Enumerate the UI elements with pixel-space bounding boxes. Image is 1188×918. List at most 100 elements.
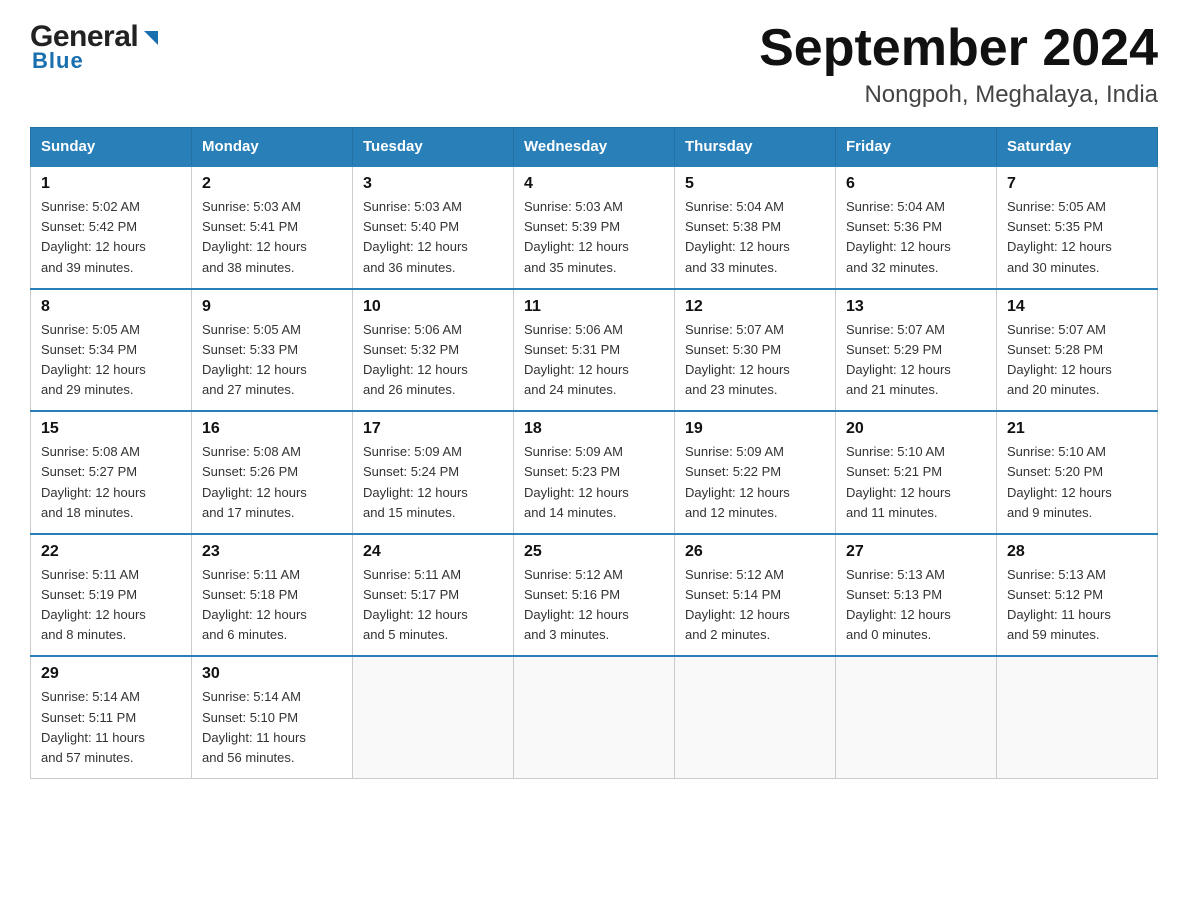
day-number: 3 bbox=[363, 175, 503, 193]
calendar-cell: 9Sunrise: 5:05 AMSunset: 5:33 PMDaylight… bbox=[192, 289, 353, 412]
day-info: Sunrise: 5:09 AMSunset: 5:24 PMDaylight:… bbox=[363, 442, 503, 523]
day-number: 11 bbox=[524, 298, 664, 316]
day-number: 30 bbox=[202, 665, 342, 683]
calendar-week-row: 29Sunrise: 5:14 AMSunset: 5:11 PMDayligh… bbox=[31, 656, 1158, 778]
day-number: 16 bbox=[202, 420, 342, 438]
day-number: 24 bbox=[363, 543, 503, 561]
day-number: 14 bbox=[1007, 298, 1147, 316]
calendar-cell: 20Sunrise: 5:10 AMSunset: 5:21 PMDayligh… bbox=[836, 411, 997, 534]
calendar-cell bbox=[675, 656, 836, 778]
day-info: Sunrise: 5:02 AMSunset: 5:42 PMDaylight:… bbox=[41, 197, 181, 278]
calendar-cell: 2Sunrise: 5:03 AMSunset: 5:41 PMDaylight… bbox=[192, 166, 353, 289]
day-info: Sunrise: 5:04 AMSunset: 5:36 PMDaylight:… bbox=[846, 197, 986, 278]
calendar-cell: 12 Sunrise: 5:07 AMSunset: 5:30 PMDayligh… bbox=[675, 289, 836, 412]
calendar-week-row: 22 Sunrise: 5:11 AMSunset: 5:19 PMDayligh… bbox=[31, 534, 1158, 657]
calendar-cell: 4 Sunrise: 5:03 AMSunset: 5:39 PMDaylight… bbox=[514, 166, 675, 289]
day-number: 28 bbox=[1007, 543, 1147, 561]
calendar-cell bbox=[836, 656, 997, 778]
day-number: 9 bbox=[202, 298, 342, 316]
day-number: 25 bbox=[524, 543, 664, 561]
day-number: 21 bbox=[1007, 420, 1147, 438]
day-info: Sunrise: 5:06 AMSunset: 5:32 PMDaylight:… bbox=[363, 320, 503, 401]
calendar-cell: 16 Sunrise: 5:08 AMSunset: 5:26 PMDayligh… bbox=[192, 411, 353, 534]
day-number: 23 bbox=[202, 543, 342, 561]
location-subtitle: Nongpoh, Meghalaya, India bbox=[759, 81, 1158, 109]
calendar-cell: 27 Sunrise: 5:13 AMSunset: 5:13 PMDayligh… bbox=[836, 534, 997, 657]
day-number: 26 bbox=[685, 543, 825, 561]
calendar-cell: 21 Sunrise: 5:10 AMSunset: 5:20 PMDayligh… bbox=[997, 411, 1158, 534]
day-number: 7 bbox=[1007, 175, 1147, 193]
day-number: 12 bbox=[685, 298, 825, 316]
day-number: 8 bbox=[41, 298, 181, 316]
day-info: Sunrise: 5:11 AMSunset: 5:17 PMDaylight:… bbox=[363, 565, 503, 646]
day-number: 17 bbox=[363, 420, 503, 438]
day-info: Sunrise: 5:12 AMSunset: 5:16 PMDaylight:… bbox=[524, 565, 664, 646]
calendar-cell: 8 Sunrise: 5:05 AMSunset: 5:34 PMDaylight… bbox=[31, 289, 192, 412]
title-block: September 2024 Nongpoh, Meghalaya, India bbox=[759, 20, 1158, 109]
day-info: Sunrise: 5:03 AMSunset: 5:39 PMDaylight:… bbox=[524, 197, 664, 278]
day-info: Sunrise: 5:07 AMSunset: 5:29 PMDaylight:… bbox=[846, 320, 986, 401]
calendar-week-row: 15 Sunrise: 5:08 AMSunset: 5:27 PMDayligh… bbox=[31, 411, 1158, 534]
calendar-cell: 1Sunrise: 5:02 AMSunset: 5:42 PMDaylight… bbox=[31, 166, 192, 289]
day-number: 13 bbox=[846, 298, 986, 316]
day-info: Sunrise: 5:06 AMSunset: 5:31 PMDaylight:… bbox=[524, 320, 664, 401]
logo-triangle-icon bbox=[140, 27, 162, 49]
calendar-week-row: 1Sunrise: 5:02 AMSunset: 5:42 PMDaylight… bbox=[31, 166, 1158, 289]
col-header-thursday: Thursday bbox=[675, 128, 836, 167]
day-number: 22 bbox=[41, 543, 181, 561]
calendar-cell: 10Sunrise: 5:06 AMSunset: 5:32 PMDayligh… bbox=[353, 289, 514, 412]
day-info: Sunrise: 5:07 AMSunset: 5:30 PMDaylight:… bbox=[685, 320, 825, 401]
calendar-cell: 6 Sunrise: 5:04 AMSunset: 5:36 PMDaylight… bbox=[836, 166, 997, 289]
page-header: General Blue September 2024 Nongpoh, Meg… bbox=[30, 20, 1158, 109]
day-info: Sunrise: 5:10 AMSunset: 5:20 PMDaylight:… bbox=[1007, 442, 1147, 523]
calendar-cell: 14Sunrise: 5:07 AMSunset: 5:28 PMDayligh… bbox=[997, 289, 1158, 412]
calendar-cell: 11 Sunrise: 5:06 AMSunset: 5:31 PMDayligh… bbox=[514, 289, 675, 412]
calendar-cell: 29Sunrise: 5:14 AMSunset: 5:11 PMDayligh… bbox=[31, 656, 192, 778]
day-info: Sunrise: 5:13 AMSunset: 5:13 PMDaylight:… bbox=[846, 565, 986, 646]
day-info: Sunrise: 5:08 AMSunset: 5:27 PMDaylight:… bbox=[41, 442, 181, 523]
day-info: Sunrise: 5:11 AMSunset: 5:18 PMDaylight:… bbox=[202, 565, 342, 646]
day-info: Sunrise: 5:04 AMSunset: 5:38 PMDaylight:… bbox=[685, 197, 825, 278]
calendar-cell: 19Sunrise: 5:09 AMSunset: 5:22 PMDayligh… bbox=[675, 411, 836, 534]
day-info: Sunrise: 5:05 AMSunset: 5:34 PMDaylight:… bbox=[41, 320, 181, 401]
calendar-cell bbox=[514, 656, 675, 778]
day-info: Sunrise: 5:12 AMSunset: 5:14 PMDaylight:… bbox=[685, 565, 825, 646]
day-info: Sunrise: 5:14 AMSunset: 5:10 PMDaylight:… bbox=[202, 687, 342, 768]
day-number: 18 bbox=[524, 420, 664, 438]
calendar-cell: 25 Sunrise: 5:12 AMSunset: 5:16 PMDayligh… bbox=[514, 534, 675, 657]
calendar-cell: 13 Sunrise: 5:07 AMSunset: 5:29 PMDayligh… bbox=[836, 289, 997, 412]
calendar-cell: 17 Sunrise: 5:09 AMSunset: 5:24 PMDayligh… bbox=[353, 411, 514, 534]
logo: General Blue bbox=[30, 20, 162, 74]
day-number: 6 bbox=[846, 175, 986, 193]
day-number: 20 bbox=[846, 420, 986, 438]
col-header-tuesday: Tuesday bbox=[353, 128, 514, 167]
day-number: 15 bbox=[41, 420, 181, 438]
calendar-cell: 3Sunrise: 5:03 AMSunset: 5:40 PMDaylight… bbox=[353, 166, 514, 289]
calendar-cell: 22 Sunrise: 5:11 AMSunset: 5:19 PMDayligh… bbox=[31, 534, 192, 657]
month-title: September 2024 bbox=[759, 20, 1158, 77]
calendar-week-row: 8 Sunrise: 5:05 AMSunset: 5:34 PMDaylight… bbox=[31, 289, 1158, 412]
calendar-cell: 23 Sunrise: 5:11 AMSunset: 5:18 PMDayligh… bbox=[192, 534, 353, 657]
calendar-cell bbox=[353, 656, 514, 778]
calendar-cell: 5 Sunrise: 5:04 AMSunset: 5:38 PMDaylight… bbox=[675, 166, 836, 289]
col-header-saturday: Saturday bbox=[997, 128, 1158, 167]
calendar-cell bbox=[997, 656, 1158, 778]
day-info: Sunrise: 5:14 AMSunset: 5:11 PMDaylight:… bbox=[41, 687, 181, 768]
day-info: Sunrise: 5:09 AMSunset: 5:23 PMDaylight:… bbox=[524, 442, 664, 523]
day-info: Sunrise: 5:11 AMSunset: 5:19 PMDaylight:… bbox=[41, 565, 181, 646]
calendar-cell: 15 Sunrise: 5:08 AMSunset: 5:27 PMDayligh… bbox=[31, 411, 192, 534]
calendar-cell: 18 Sunrise: 5:09 AMSunset: 5:23 PMDayligh… bbox=[514, 411, 675, 534]
calendar-header-row: SundayMondayTuesdayWednesdayThursdayFrid… bbox=[31, 128, 1158, 167]
day-info: Sunrise: 5:03 AMSunset: 5:41 PMDaylight:… bbox=[202, 197, 342, 278]
calendar-cell: 30 Sunrise: 5:14 AMSunset: 5:10 PMDayligh… bbox=[192, 656, 353, 778]
day-number: 27 bbox=[846, 543, 986, 561]
col-header-sunday: Sunday bbox=[31, 128, 192, 167]
day-info: Sunrise: 5:08 AMSunset: 5:26 PMDaylight:… bbox=[202, 442, 342, 523]
day-number: 4 bbox=[524, 175, 664, 193]
day-number: 5 bbox=[685, 175, 825, 193]
col-header-monday: Monday bbox=[192, 128, 353, 167]
calendar-table: SundayMondayTuesdayWednesdayThursdayFrid… bbox=[30, 127, 1158, 779]
day-info: Sunrise: 5:13 AMSunset: 5:12 PMDaylight:… bbox=[1007, 565, 1147, 646]
col-header-wednesday: Wednesday bbox=[514, 128, 675, 167]
calendar-cell: 24 Sunrise: 5:11 AMSunset: 5:17 PMDayligh… bbox=[353, 534, 514, 657]
